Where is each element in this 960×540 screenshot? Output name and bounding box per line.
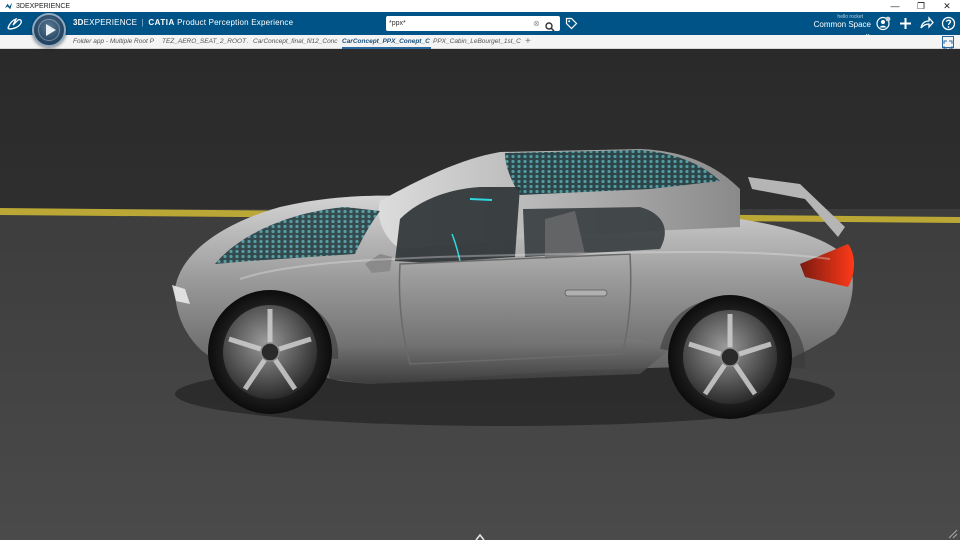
tab-bar: Folder app - Multiple Root P TEZ_AERO_SE… — [0, 35, 960, 50]
window-titlebar: 3DEXPERIENCE — ❐ ✕ — [0, 0, 960, 12]
brand-catia: CATIA — [148, 18, 175, 27]
window-controls: — ❐ ✕ — [882, 0, 960, 12]
ds-app-icon — [3, 1, 13, 11]
search-icon[interactable] — [545, 19, 555, 32]
brand-separator: | — [141, 18, 144, 27]
top-bar: 3DEXPERIENCE | CATIA Product Perception … — [0, 12, 960, 38]
tab-carconcept-final[interactable]: CarConcept_final_fil12_Conc — [253, 35, 339, 49]
3d-viewport[interactable] — [0, 49, 960, 540]
window-title: 3DEXPERIENCE — [16, 2, 71, 10]
tab-folder-app[interactable]: Folder app - Multiple Root P — [73, 35, 159, 49]
brand-title: 3DEXPERIENCE | CATIA Product Perception … — [73, 18, 293, 27]
tab-tez-aero-seat[interactable]: TEZ_AERO_SEAT_2_ROOT A — [162, 35, 248, 49]
user-icon[interactable] — [876, 16, 891, 31]
ds-logo-icon[interactable] — [6, 16, 24, 32]
play-icon — [46, 24, 56, 36]
tag-icon[interactable] — [565, 17, 578, 30]
clear-search-icon[interactable]: ⊗ — [533, 19, 540, 28]
add-tab-button[interactable]: + — [525, 35, 531, 48]
share-icon[interactable] — [919, 16, 934, 31]
tab-ppx-cabin[interactable]: PPX_Cabin_LeBourget_1st_C — [433, 35, 521, 49]
search-box[interactable]: ⊗ — [386, 16, 560, 32]
compass-icon[interactable] — [32, 13, 66, 47]
minimize-button[interactable]: — — [882, 0, 908, 12]
tab-carconcept-ppx[interactable]: CarConcept_PPX_Conept_C — [342, 35, 431, 49]
chevron-up-icon[interactable] — [475, 528, 485, 540]
brand-experience: EXPERIENCE — [83, 18, 138, 27]
expand-icon[interactable] — [942, 36, 954, 50]
rear-wheel — [668, 295, 792, 419]
app-name: Product Perception Experience — [177, 18, 294, 27]
add-icon[interactable] — [898, 16, 913, 31]
search-input[interactable] — [389, 17, 529, 30]
help-icon[interactable] — [941, 16, 956, 31]
close-button[interactable]: ✕ — [934, 0, 960, 12]
restore-button[interactable]: ❐ — [908, 0, 934, 12]
front-wheel — [208, 290, 332, 414]
brand-3d: 3D — [73, 18, 84, 27]
resize-grip-icon[interactable] — [946, 526, 958, 539]
car-render — [0, 49, 960, 540]
